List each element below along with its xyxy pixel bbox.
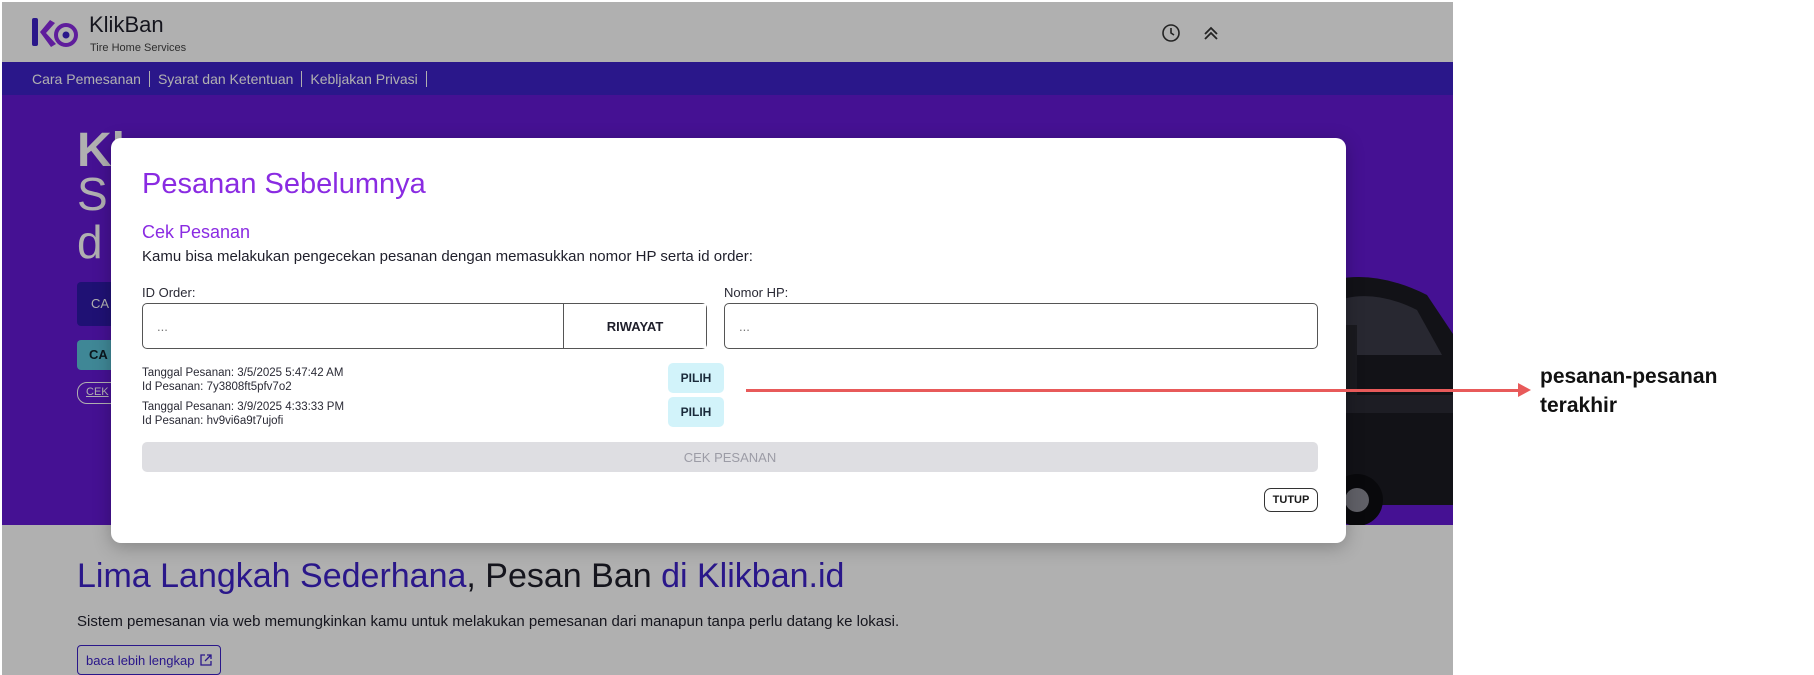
nomor-hp-input[interactable] (725, 304, 1305, 348)
annotation-label: pesanan-pesanan terakhir (1540, 362, 1717, 420)
modal-title: Pesanan Sebelumnya (142, 168, 426, 200)
id-order-label: ID Order: (142, 285, 196, 300)
app-frame: KlikBan Tire Home Services Cara Pemesana… (2, 2, 1453, 675)
annotation-line-2: terakhir (1540, 394, 1618, 417)
order-item-1: Tanggal Pesanan: 3/5/2025 5:47:42 AM Id … (142, 366, 343, 394)
order-item-2: Tanggal Pesanan: 3/9/2025 4:33:33 PM Id … (142, 400, 344, 428)
nomor-hp-label: Nomor HP: (724, 285, 789, 300)
pilih-button[interactable]: PILIH (668, 363, 724, 393)
modal-description: Kamu bisa melakukan pengecekan pesanan d… (142, 248, 753, 265)
annotation-arrow-line (746, 389, 1520, 392)
annotation-line-1: pesanan-pesanan (1540, 365, 1718, 388)
order-id: Id Pesanan: 7y3808ft5pfv7o2 (142, 381, 292, 393)
tutup-button[interactable]: TUTUP (1264, 488, 1318, 512)
order-id: Id Pesanan: hv9vi6a9t7ujofi (142, 415, 284, 427)
id-order-input[interactable] (143, 304, 563, 348)
order-date: Tanggal Pesanan: 3/9/2025 4:33:33 PM (142, 401, 345, 413)
pilih-button[interactable]: PILIH (668, 397, 724, 427)
annotation-arrow-head (1518, 383, 1531, 397)
modal-subtitle: Cek Pesanan (142, 222, 251, 242)
nomor-hp-field-group (724, 303, 1318, 349)
id-order-field-group: RIWAYAT (142, 303, 707, 349)
riwayat-button[interactable]: RIWAYAT (563, 304, 706, 348)
previous-orders-modal: Pesanan Sebelumnya Cek Pesanan Kamu bisa… (111, 138, 1346, 543)
cek-pesanan-button[interactable]: CEK PESANAN (142, 442, 1318, 472)
order-date: Tanggal Pesanan: 3/5/2025 5:47:42 AM (142, 367, 344, 379)
